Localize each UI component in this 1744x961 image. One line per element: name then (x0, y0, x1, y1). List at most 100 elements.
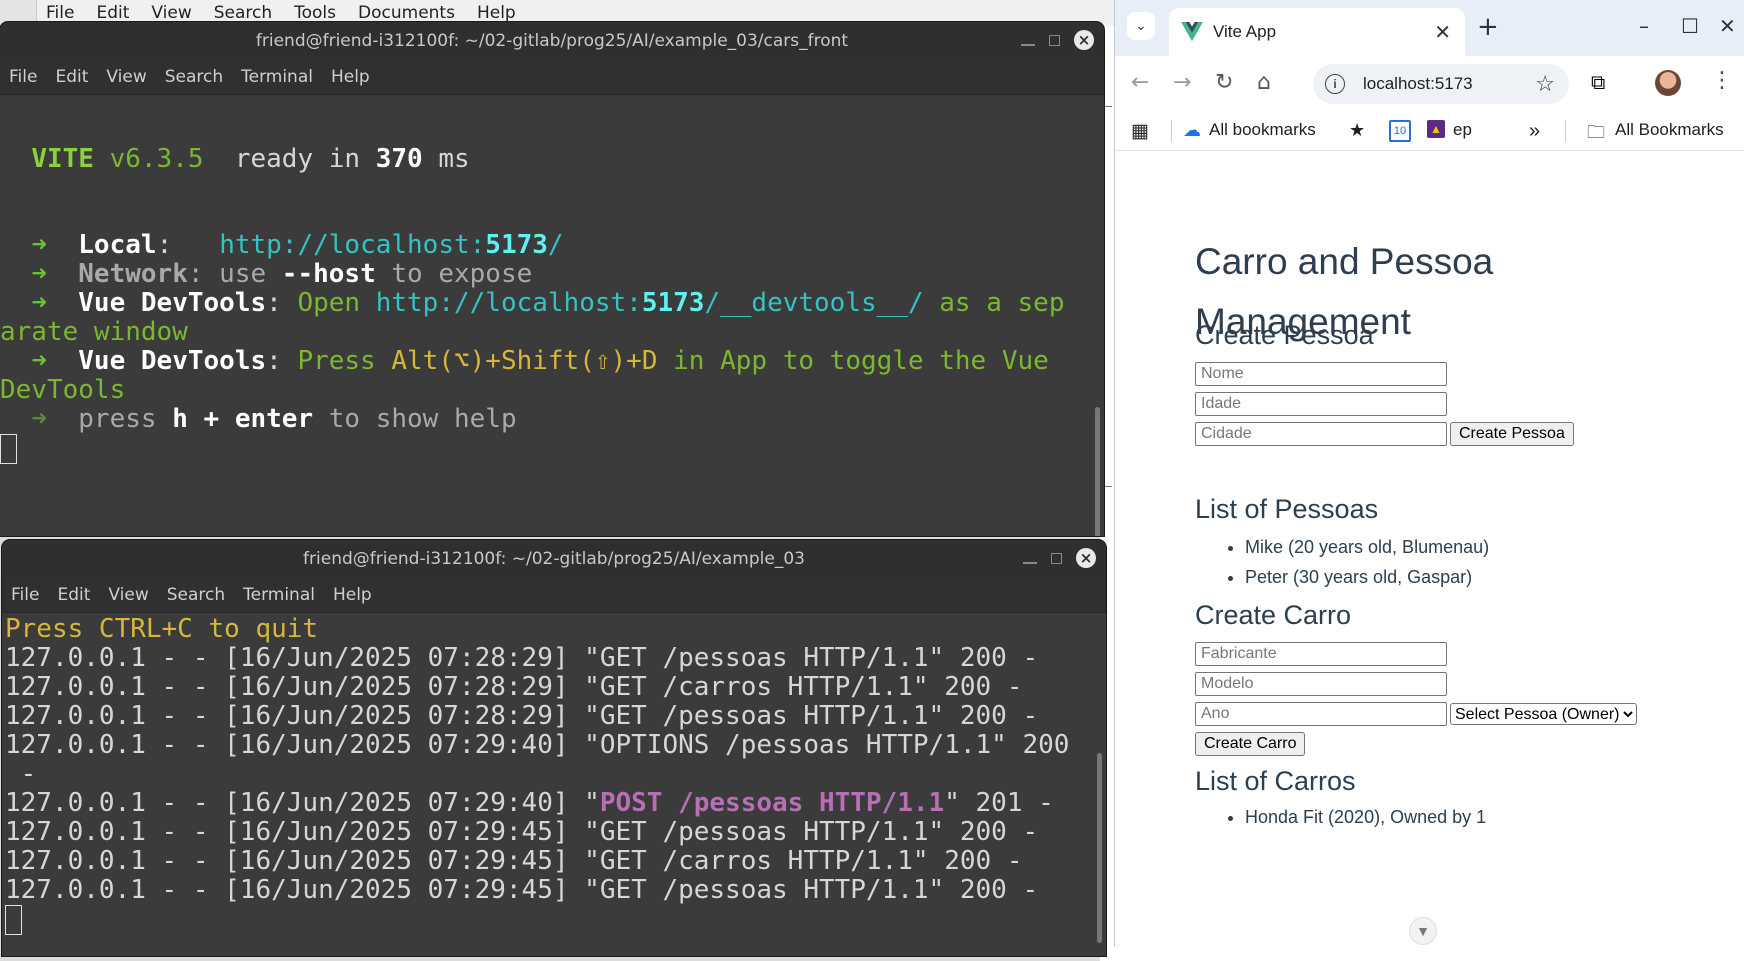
create-carro-button[interactable]: Create Carro (1195, 732, 1306, 756)
log-line: 127.0.0.1 - - [16/Jun/2025 07:28:29] "GE… (5, 643, 1039, 673)
help-line: ➜ press h + enter to show help (31, 404, 517, 434)
section-list-carros: List of Carros (1195, 766, 1356, 796)
bookmark-star-icon[interactable]: ☆ (1535, 72, 1555, 97)
close-icon[interactable]: ✕ (1719, 14, 1736, 38)
maximize-icon[interactable]: ☐ (1681, 14, 1699, 38)
editor-menu-edit[interactable]: Edit (96, 3, 129, 23)
log-line: 127.0.0.1 - - [16/Jun/2025 07:29:45] "GE… (5, 875, 1039, 905)
terminal-window-flask[interactable]: friend@friend-i312100f: ~/02-gitlab/prog… (2, 540, 1106, 956)
bookmark-ep[interactable]: ep (1453, 120, 1472, 140)
terminal-menu-search[interactable]: Search (167, 585, 225, 605)
log-line-post: 127.0.0.1 - - [16/Jun/2025 07:29:40] "PO… (5, 788, 1054, 818)
menu-kebab-icon[interactable]: ⋮ (1711, 68, 1733, 93)
minimize-icon[interactable] (1021, 44, 1035, 46)
close-icon[interactable]: × (1074, 30, 1094, 50)
address-url[interactable]: localhost:5173 (1363, 74, 1473, 94)
editor-menu-documents[interactable]: Documents (358, 3, 455, 23)
web-page: Carro and Pessoa Management Create Pesso… (1115, 152, 1744, 947)
terminal-scrollbar[interactable] (1095, 407, 1100, 536)
terminal-output[interactable]: Press CTRL+C to quit 127.0.0.1 - - [16/Ju… (2, 613, 1106, 956)
bookmark-separator (1565, 120, 1566, 142)
cidade-input[interactable] (1195, 422, 1447, 446)
terminal-title: friend@friend-i312100f: ~/02-gitlab/prog… (255, 31, 849, 51)
pessoa-item: Mike (20 years old, Blumenau) (1245, 532, 1489, 562)
log-line: 127.0.0.1 - - [16/Jun/2025 07:28:29] "GE… (5, 672, 1023, 702)
maximize-icon[interactable] (1049, 34, 1060, 46)
editor-menu-help[interactable]: Help (477, 3, 516, 23)
minimize-icon[interactable] (1023, 562, 1037, 564)
bookmarks-overflow-icon[interactable]: » (1529, 120, 1540, 143)
carros-list: Honda Fit (2020), Owned by 1 (1195, 802, 1486, 832)
address-bar[interactable]: i localhost:5173 ☆ (1313, 64, 1569, 104)
minimize-icon[interactable]: – (1639, 14, 1649, 38)
terminal-menu-edit[interactable]: Edit (55, 67, 88, 87)
bookmark-star-icon[interactable]: ★ (1349, 120, 1365, 141)
apps-grid-icon[interactable]: ▦ (1131, 120, 1149, 143)
log-line: 127.0.0.1 - - [16/Jun/2025 07:29:45] "GE… (5, 817, 1039, 847)
section-create-carro: Create Carro (1195, 600, 1352, 630)
bookmark-all-bookmarks[interactable]: All bookmarks (1209, 120, 1316, 140)
fabricante-input[interactable] (1195, 642, 1447, 666)
terminal-scrollbar[interactable] (1097, 753, 1102, 943)
ano-input[interactable] (1195, 702, 1447, 726)
owner-select[interactable]: Select Pessoa (Owner) (1450, 703, 1637, 725)
terminal-menubar: File Edit View Search Terminal Help (0, 60, 1104, 95)
new-tab-icon[interactable]: + (1477, 12, 1499, 42)
home-icon[interactable]: ⌂ (1257, 70, 1271, 95)
terminal-menu-help[interactable]: Help (331, 67, 370, 87)
devtools-toggle-wrap: DevTools (0, 375, 126, 405)
pessoas-list: Mike (20 years old, Blumenau) Peter (30 … (1195, 532, 1489, 592)
terminal-title: friend@friend-i312100f: ~/02-gitlab/prog… (303, 549, 805, 569)
editor-menu-view[interactable]: View (151, 3, 191, 23)
terminal-menu-help[interactable]: Help (333, 585, 372, 605)
folder-icon: 🗀 (1587, 122, 1605, 142)
editor-menu-search[interactable]: Search (214, 3, 272, 23)
pessoa-item: Peter (30 years old, Gaspar) (1245, 562, 1489, 592)
terminal-menu-terminal[interactable]: Terminal (243, 585, 315, 605)
terminal-menu-file[interactable]: File (9, 67, 37, 87)
reload-icon[interactable]: ↻ (1215, 70, 1233, 95)
terminal-menu-edit[interactable]: Edit (57, 585, 90, 605)
bookmark-folder-all[interactable]: All Bookmarks (1615, 120, 1724, 140)
browser-window[interactable]: ⌄ Vite App ✕ + – ☐ ✕ ← → ↻ ⌂ i localhost… (1114, 0, 1744, 947)
close-icon[interactable]: × (1076, 548, 1096, 568)
quit-hint: Press CTRL+C to quit (5, 614, 319, 644)
terminal-menu-file[interactable]: File (11, 585, 39, 605)
extensions-icon[interactable]: ⧉ (1591, 70, 1605, 94)
bookmark-separator (1171, 120, 1172, 142)
idade-input[interactable] (1195, 392, 1447, 416)
site-info-icon[interactable]: i (1325, 74, 1345, 94)
cloud-icon: ☁ (1183, 120, 1201, 140)
terminal-menu-view[interactable]: View (108, 585, 148, 605)
editor-menu-tools[interactable]: Tools (294, 3, 336, 23)
editor-menu-file[interactable]: File (46, 3, 74, 23)
bookmarks-bar: ▦ ☁ All bookmarks ★ 10 ▲ ep » 🗀 All Book… (1115, 112, 1744, 151)
terminal-menu-terminal[interactable]: Terminal (241, 67, 313, 87)
devtools-toggle-line: ➜ Vue DevTools: Press Alt(⌥)+Shift(⇧)+D … (31, 346, 1049, 376)
create-pessoa-button[interactable]: Create Pessoa (1450, 422, 1574, 446)
network-line: ➜ Network: use --host to expose (31, 259, 533, 289)
tab-search-icon[interactable]: ⌄ (1127, 12, 1155, 40)
vite-ready-line: VITE v6.3.5 ready in 370 ms (31, 144, 470, 174)
vue-logo-icon (1181, 22, 1203, 42)
profile-avatar[interactable] (1655, 70, 1681, 96)
carro-item: Honda Fit (2020), Owned by 1 (1245, 802, 1486, 832)
terminal-titlebar[interactable]: friend@friend-i312100f: ~/02-gitlab/prog… (2, 540, 1106, 578)
terminal-menu-search[interactable]: Search (165, 67, 223, 87)
tab-strip: ⌄ Vite App ✕ + – ☐ ✕ (1115, 0, 1744, 56)
forward-icon[interactable]: → (1173, 70, 1191, 95)
terminal-window-vite[interactable]: friend@friend-i312100f: ~/02-gitlab/prog… (0, 22, 1104, 536)
terminal-titlebar[interactable]: friend@friend-i312100f: ~/02-gitlab/prog… (0, 22, 1104, 60)
calendar-icon[interactable]: 10 (1389, 120, 1411, 142)
nome-input[interactable] (1195, 362, 1447, 386)
tab-vite-app[interactable]: Vite App ✕ (1169, 8, 1465, 56)
tab-close-icon[interactable]: ✕ (1434, 20, 1451, 44)
terminal-cursor (5, 905, 22, 935)
maximize-icon[interactable] (1051, 552, 1062, 564)
back-icon[interactable]: ← (1131, 70, 1149, 95)
terminal-menu-view[interactable]: View (106, 67, 146, 87)
modelo-input[interactable] (1195, 672, 1447, 696)
tab-title: Vite App (1213, 22, 1277, 41)
terminal-output[interactable]: VITE v6.3.5 ready in 370 ms ➜ Local: htt… (0, 95, 1104, 536)
scroll-down-icon[interactable]: ▼ (1409, 917, 1437, 945)
